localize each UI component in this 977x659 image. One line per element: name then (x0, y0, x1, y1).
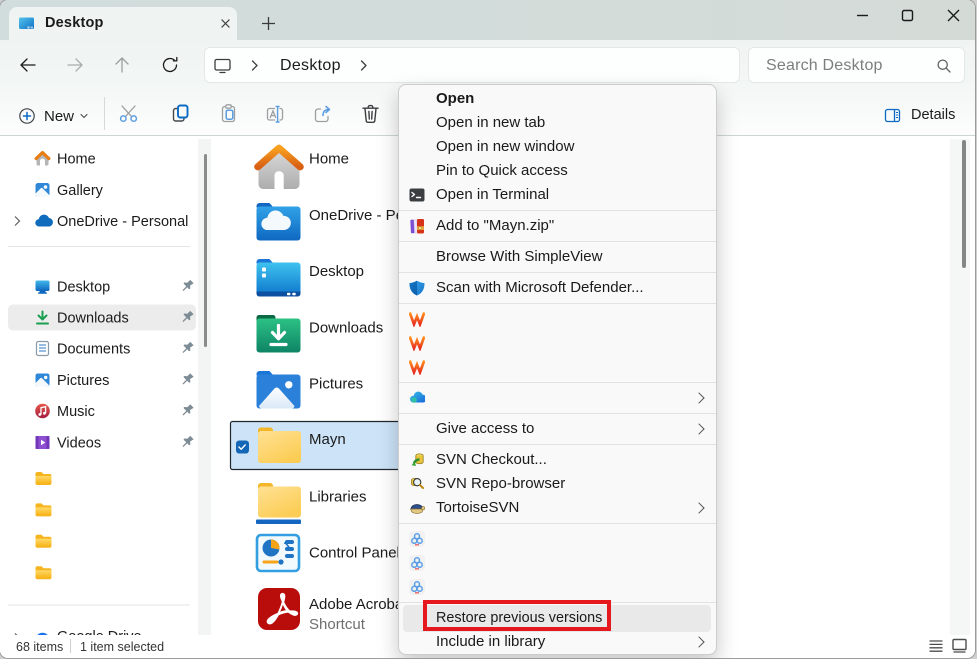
svg-text:Shortcut: Shortcut (309, 616, 366, 633)
svg-text:Adobe Acrobat: Adobe Acrobat (309, 596, 408, 613)
svg-text:Control Panel: Control Panel (309, 545, 400, 562)
svg-text:Mayn: Mayn (309, 431, 346, 448)
svg-text:Libraries: Libraries (309, 488, 367, 505)
svg-text:Pictures: Pictures (309, 376, 363, 393)
svg-text:Downloads: Downloads (309, 319, 383, 336)
svg-text:Desktop: Desktop (309, 263, 364, 280)
svg-text:Home: Home (309, 151, 349, 168)
